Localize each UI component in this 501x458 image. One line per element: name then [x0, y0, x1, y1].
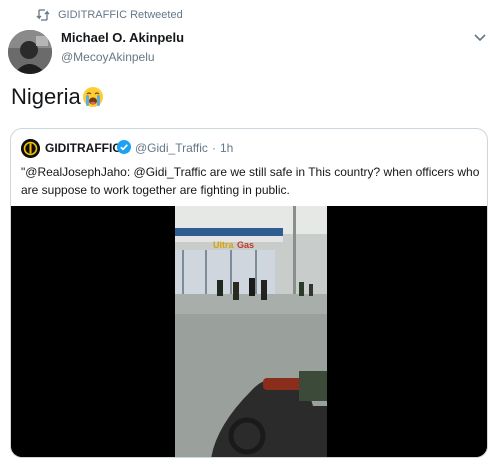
quoted-author-name[interactable]: GIDITRAFFIC	[45, 141, 121, 155]
verified-badge-icon	[117, 140, 131, 154]
tweet-text: Nigeria	[11, 84, 104, 110]
retweet-context[interactable]: GIDITRAFFIC Retweeted	[36, 9, 183, 21]
avatar-image	[8, 30, 52, 74]
meta-separator: ·	[212, 141, 216, 155]
video-player[interactable]: Ultra Gas	[11, 206, 487, 457]
chevron-down-icon[interactable]	[473, 33, 487, 43]
video-frame: Ultra Gas	[11, 206, 487, 457]
author-avatar[interactable]	[8, 30, 52, 74]
loudly-crying-face-emoji	[82, 87, 103, 107]
quoted-timestamp[interactable]: 1h	[220, 141, 233, 155]
author-name[interactable]: Michael O. Akinpelu	[61, 30, 184, 45]
station-sign-text: Gas	[237, 240, 254, 250]
svg-text:Ultra: Ultra	[213, 240, 234, 250]
retweet-label: GIDITRAFFIC Retweeted	[58, 9, 183, 21]
retweet-icon	[36, 9, 50, 21]
quoted-tweet-card[interactable]: GIDITRAFFIC @Gidi_Traffic · 1h "@RealJos…	[10, 128, 488, 458]
quoted-tweet-text: "@RealJosephJaho: @Gidi_Traffic are we s…	[21, 165, 480, 197]
quoted-avatar[interactable]	[21, 139, 40, 158]
quoted-author-handle[interactable]: @Gidi_Traffic	[135, 141, 208, 155]
author-handle[interactable]: @MecoyAkinpelu	[61, 50, 155, 64]
quoted-avatar-image	[21, 139, 40, 158]
tweet-text-label: Nigeria	[11, 84, 81, 109]
